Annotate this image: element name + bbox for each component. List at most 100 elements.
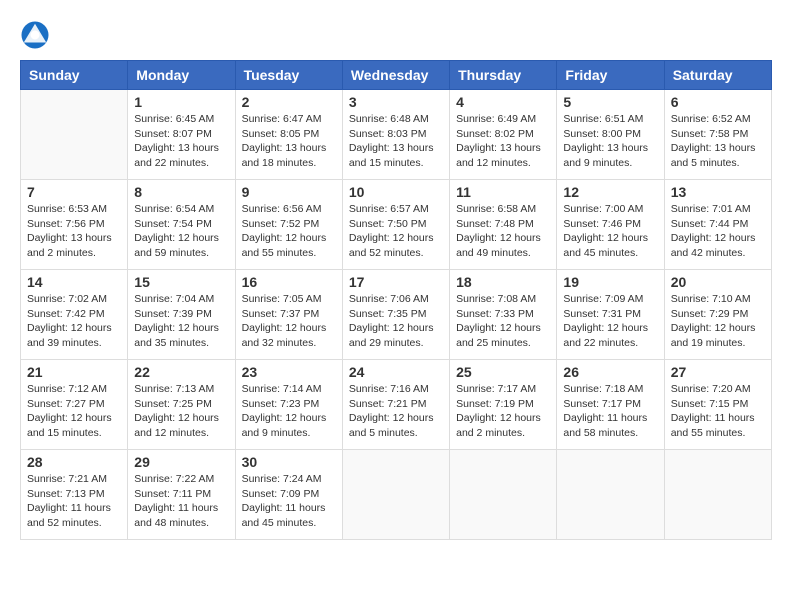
calendar-week-row: 1 Sunrise: 6:45 AMSunset: 8:07 PMDaylight…: [21, 90, 772, 180]
calendar-day-cell: 7 Sunrise: 6:53 AMSunset: 7:56 PMDaylight…: [21, 180, 128, 270]
day-info: Sunrise: 7:10 AMSunset: 7:29 PMDaylight:…: [671, 292, 765, 351]
day-number: 14: [27, 274, 121, 290]
calendar-day-cell: 30 Sunrise: 7:24 AMSunset: 7:09 PMDayligh…: [235, 450, 342, 540]
calendar-week-row: 7 Sunrise: 6:53 AMSunset: 7:56 PMDaylight…: [21, 180, 772, 270]
calendar-day-cell: [21, 90, 128, 180]
calendar-day-cell: 9 Sunrise: 6:56 AMSunset: 7:52 PMDaylight…: [235, 180, 342, 270]
day-info: Sunrise: 7:18 AMSunset: 7:17 PMDaylight:…: [563, 382, 657, 441]
calendar-day-cell: 15 Sunrise: 7:04 AMSunset: 7:39 PMDayligh…: [128, 270, 235, 360]
calendar-day-cell: 2 Sunrise: 6:47 AMSunset: 8:05 PMDaylight…: [235, 90, 342, 180]
day-number: 6: [671, 94, 765, 110]
day-number: 22: [134, 364, 228, 380]
calendar-day-cell: [664, 450, 771, 540]
calendar-day-cell: 4 Sunrise: 6:49 AMSunset: 8:02 PMDaylight…: [450, 90, 557, 180]
calendar-day-cell: 22 Sunrise: 7:13 AMSunset: 7:25 PMDayligh…: [128, 360, 235, 450]
calendar-day-cell: 19 Sunrise: 7:09 AMSunset: 7:31 PMDayligh…: [557, 270, 664, 360]
day-number: 18: [456, 274, 550, 290]
day-number: 5: [563, 94, 657, 110]
day-number: 10: [349, 184, 443, 200]
day-info: Sunrise: 6:49 AMSunset: 8:02 PMDaylight:…: [456, 112, 550, 171]
day-info: Sunrise: 7:09 AMSunset: 7:31 PMDaylight:…: [563, 292, 657, 351]
day-of-week-header: Monday: [128, 61, 235, 90]
day-number: 9: [242, 184, 336, 200]
day-info: Sunrise: 7:00 AMSunset: 7:46 PMDaylight:…: [563, 202, 657, 261]
day-number: 4: [456, 94, 550, 110]
day-info: Sunrise: 7:05 AMSunset: 7:37 PMDaylight:…: [242, 292, 336, 351]
day-info: Sunrise: 6:52 AMSunset: 7:58 PMDaylight:…: [671, 112, 765, 171]
logo: [20, 20, 54, 50]
day-number: 12: [563, 184, 657, 200]
calendar-day-cell: 11 Sunrise: 6:58 AMSunset: 7:48 PMDayligh…: [450, 180, 557, 270]
calendar-week-row: 21Sunrise: 7:12 AMSunset: 7:27 PMDayligh…: [21, 360, 772, 450]
page-header: [20, 20, 772, 50]
day-number: 25: [456, 364, 550, 380]
day-number: 20: [671, 274, 765, 290]
day-number: 8: [134, 184, 228, 200]
calendar-day-cell: 13Sunrise: 7:01 AMSunset: 7:44 PMDayligh…: [664, 180, 771, 270]
day-info: Sunrise: 7:13 AMSunset: 7:25 PMDaylight:…: [134, 382, 228, 441]
day-number: 23: [242, 364, 336, 380]
calendar-day-cell: 28 Sunrise: 7:21 AMSunset: 7:13 PMDayligh…: [21, 450, 128, 540]
day-info: Sunrise: 7:16 AMSunset: 7:21 PMDaylight:…: [349, 382, 443, 441]
calendar-day-cell: 24 Sunrise: 7:16 AMSunset: 7:21 PMDayligh…: [342, 360, 449, 450]
calendar-table: SundayMondayTuesdayWednesdayThursdayFrid…: [20, 60, 772, 540]
calendar-day-cell: 5 Sunrise: 6:51 AMSunset: 8:00 PMDaylight…: [557, 90, 664, 180]
calendar-day-cell: [557, 450, 664, 540]
calendar-day-cell: 12 Sunrise: 7:00 AMSunset: 7:46 PMDayligh…: [557, 180, 664, 270]
calendar-day-cell: 14 Sunrise: 7:02 AMSunset: 7:42 PMDayligh…: [21, 270, 128, 360]
day-number: 1: [134, 94, 228, 110]
day-info: Sunrise: 6:58 AMSunset: 7:48 PMDaylight:…: [456, 202, 550, 261]
day-info: Sunrise: 7:24 AMSunset: 7:09 PMDaylight:…: [242, 472, 336, 531]
calendar-day-cell: 25Sunrise: 7:17 AMSunset: 7:19 PMDayligh…: [450, 360, 557, 450]
day-number: 30: [242, 454, 336, 470]
day-info: Sunrise: 7:06 AMSunset: 7:35 PMDaylight:…: [349, 292, 443, 351]
calendar-day-cell: 18 Sunrise: 7:08 AMSunset: 7:33 PMDayligh…: [450, 270, 557, 360]
day-info: Sunrise: 7:14 AMSunset: 7:23 PMDaylight:…: [242, 382, 336, 441]
day-number: 24: [349, 364, 443, 380]
day-info: Sunrise: 7:02 AMSunset: 7:42 PMDaylight:…: [27, 292, 121, 351]
day-info: Sunrise: 6:45 AMSunset: 8:07 PMDaylight:…: [134, 112, 228, 171]
day-info: Sunrise: 6:51 AMSunset: 8:00 PMDaylight:…: [563, 112, 657, 171]
calendar-header-row: SundayMondayTuesdayWednesdayThursdayFrid…: [21, 61, 772, 90]
day-number: 15: [134, 274, 228, 290]
day-info: Sunrise: 7:22 AMSunset: 7:11 PMDaylight:…: [134, 472, 228, 531]
day-info: Sunrise: 6:48 AMSunset: 8:03 PMDaylight:…: [349, 112, 443, 171]
calendar-day-cell: 3Sunrise: 6:48 AMSunset: 8:03 PMDaylight…: [342, 90, 449, 180]
calendar-day-cell: 21Sunrise: 7:12 AMSunset: 7:27 PMDayligh…: [21, 360, 128, 450]
day-number: 17: [349, 274, 443, 290]
day-of-week-header: Wednesday: [342, 61, 449, 90]
day-info: Sunrise: 6:56 AMSunset: 7:52 PMDaylight:…: [242, 202, 336, 261]
calendar-day-cell: 16 Sunrise: 7:05 AMSunset: 7:37 PMDayligh…: [235, 270, 342, 360]
calendar-week-row: 14 Sunrise: 7:02 AMSunset: 7:42 PMDayligh…: [21, 270, 772, 360]
day-info: Sunrise: 7:04 AMSunset: 7:39 PMDaylight:…: [134, 292, 228, 351]
logo-icon: [20, 20, 50, 50]
calendar-day-cell: [450, 450, 557, 540]
day-of-week-header: Friday: [557, 61, 664, 90]
day-number: 7: [27, 184, 121, 200]
day-info: Sunrise: 7:20 AMSunset: 7:15 PMDaylight:…: [671, 382, 765, 441]
calendar-day-cell: 23 Sunrise: 7:14 AMSunset: 7:23 PMDayligh…: [235, 360, 342, 450]
calendar-week-row: 28 Sunrise: 7:21 AMSunset: 7:13 PMDayligh…: [21, 450, 772, 540]
day-of-week-header: Sunday: [21, 61, 128, 90]
day-info: Sunrise: 6:54 AMSunset: 7:54 PMDaylight:…: [134, 202, 228, 261]
calendar-day-cell: 8 Sunrise: 6:54 AMSunset: 7:54 PMDaylight…: [128, 180, 235, 270]
calendar-day-cell: 6 Sunrise: 6:52 AMSunset: 7:58 PMDaylight…: [664, 90, 771, 180]
day-number: 19: [563, 274, 657, 290]
calendar-day-cell: 27 Sunrise: 7:20 AMSunset: 7:15 PMDayligh…: [664, 360, 771, 450]
day-info: Sunrise: 6:47 AMSunset: 8:05 PMDaylight:…: [242, 112, 336, 171]
calendar-day-cell: 26Sunrise: 7:18 AMSunset: 7:17 PMDayligh…: [557, 360, 664, 450]
day-info: Sunrise: 7:21 AMSunset: 7:13 PMDaylight:…: [27, 472, 121, 531]
day-number: 28: [27, 454, 121, 470]
day-number: 27: [671, 364, 765, 380]
day-number: 2: [242, 94, 336, 110]
day-info: Sunrise: 7:08 AMSunset: 7:33 PMDaylight:…: [456, 292, 550, 351]
day-number: 13: [671, 184, 765, 200]
day-number: 29: [134, 454, 228, 470]
day-number: 16: [242, 274, 336, 290]
calendar-day-cell: 1 Sunrise: 6:45 AMSunset: 8:07 PMDaylight…: [128, 90, 235, 180]
day-of-week-header: Tuesday: [235, 61, 342, 90]
calendar-day-cell: 29 Sunrise: 7:22 AMSunset: 7:11 PMDayligh…: [128, 450, 235, 540]
calendar-day-cell: 20 Sunrise: 7:10 AMSunset: 7:29 PMDayligh…: [664, 270, 771, 360]
day-info: Sunrise: 6:53 AMSunset: 7:56 PMDaylight:…: [27, 202, 121, 261]
day-number: 11: [456, 184, 550, 200]
